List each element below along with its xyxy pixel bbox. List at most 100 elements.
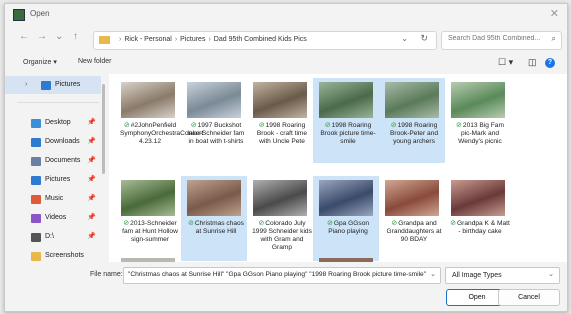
file-name-text: Christmas chaos at Sunrise Hill [194,220,244,235]
search-input[interactable] [448,35,544,42]
file-name-text: Grandpa K & Matt - birthday cake [457,220,510,235]
file-name-text: 2013-Schneider fam at Hunt Hollow sign-s… [122,220,178,243]
file-item[interactable]: ⊘1998 Roaring Brook - craft time with Un… [247,78,313,163]
view-options-icon[interactable]: ☐ ▾ [498,57,513,68]
help-icon[interactable]: ? [545,58,555,68]
refresh-icon[interactable]: ↻ [420,33,428,44]
navigation-pane: › Pictures Desktop 📌 Downloads 📌 Documents 📌 Pic… [5,74,105,280]
photo-thumbnail [253,180,307,216]
organize-button[interactable]: Organize ▾ [23,58,57,66]
file-item[interactable]: ⊘2013-Schneider fam at Hunt Hollow sign-… [115,176,181,261]
file-name: ⊘#2JohnPenfield SymphonyOrchestraConcert… [120,122,203,146]
new-folder-button[interactable]: New folder [78,58,111,65]
expand-icon[interactable]: › [25,81,27,88]
app-icon [13,9,25,21]
back-arrow-icon[interactable]: ← [19,31,29,42]
sync-status-icon: ⊘ [258,220,265,227]
sidebar-item-label: Videos [45,214,67,221]
sidebar-item-label: Music [45,195,64,202]
sidebar-item-label: Desktop [45,119,71,126]
file-name-input[interactable] [128,271,426,278]
sidebar-item-videos[interactable]: Videos 📌 [5,209,101,227]
dialog-footer: File name: ⌄ All Image Types ⌄ Open Canc… [5,262,567,311]
desktop-icon [31,119,41,128]
pin-icon: 📌 [87,233,96,240]
file-name-text: 1998 Roaring Brook-Peter and young arche… [389,122,438,145]
sync-status-icon: ⊘ [324,122,331,129]
preview-pane-icon[interactable]: ◫ [528,57,537,68]
window-title: Open [30,9,50,18]
sidebar-item-d[interactable]: D:\ 📌 [5,228,101,246]
sidebar-item-pictures[interactable]: Pictures 📌 [5,171,101,189]
file-item[interactable]: ⊘1998 Roaring Brook picture time-smile [313,78,379,163]
sync-status-icon: ⊘ [123,220,130,227]
videos-icon [31,214,41,223]
file-item[interactable]: ⊘Christmas chaos at Sunrise Hill [181,176,247,261]
pin-icon: 📌 [87,119,96,126]
documents-icon [31,157,41,166]
file-name: ⊘1998 Roaring Brook picture time-smile [318,122,378,146]
sync-status-icon: ⊘ [123,122,130,129]
file-item[interactable]: ⊘Grandpa K & Matt - birthday cake [445,176,511,261]
file-item[interactable]: ⊘1997 Buckshot lake-Schneider fam in boa… [181,78,247,163]
address-bar[interactable]: › Rick - Personal › Pictures › Dad 95th Combi… [93,31,437,50]
photo-thumbnail [121,82,175,118]
file-name: ⊘Colorado July 1999 Schneider kids with … [252,220,312,252]
search-box[interactable]: ⌕ [441,31,562,50]
nav-scrollbar[interactable] [102,84,105,174]
sync-status-icon: ⊘ [450,220,457,227]
file-name: ⊘2013-Schneider fam at Hunt Hollow sign-… [120,220,180,244]
sidebar-item-label: Screenshots [45,252,84,259]
file-name-label: File name: [90,271,123,278]
sidebar-item-music[interactable]: Music 📌 [5,190,101,208]
file-item[interactable]: ⊘1998 Roaring Brook-Peter and young arch… [379,78,445,163]
sidebar-item-label: Downloads [45,138,80,145]
sidebar-item-desktop[interactable]: Desktop 📌 [5,114,101,132]
chevron-down-icon[interactable]: ⌄ [430,270,436,278]
file-name: ⊘1997 Buckshot lake-Schneider fam in boa… [186,122,246,146]
sidebar-item-pictures[interactable]: › Pictures [5,76,101,94]
file-name-text: 2013 Big Fam pic-Mark and Wendy's picnic [458,122,504,145]
recent-locations-icon[interactable]: ⌄ [55,31,63,42]
file-item[interactable]: ⊘Colorado July 1999 Schneider kids with … [247,176,313,261]
file-name: ⊘1998 Roaring Brook - craft time with Un… [252,122,312,146]
photo-thumbnail [385,180,439,216]
pictures-icon [31,176,41,185]
breadcrumb-item[interactable]: Rick - Personal [124,36,171,43]
file-item[interactable]: ⊘Gpa GGson Piano playing [313,176,379,261]
sidebar-item-documents[interactable]: Documents 📌 [5,152,101,170]
sync-status-icon: ⊘ [390,122,397,129]
sidebar-item-label: D:\ [45,233,54,240]
sidebar-item-label: Pictures [55,81,81,88]
file-name-combobox[interactable]: ⌄ [123,267,441,284]
file-item[interactable]: ⊘#2JohnPenfield SymphonyOrchestraConcert… [115,78,203,163]
forward-arrow-icon[interactable]: → [37,31,47,42]
breadcrumb-item[interactable]: Pictures [180,36,205,43]
photo-thumbnail [253,82,307,118]
pictures-icon [41,81,51,90]
close-icon[interactable]: ✕ [550,7,559,20]
nav-divider [17,102,99,103]
sidebar-item-label: Pictures [45,176,71,183]
breadcrumb-item[interactable]: Dad 95th Combined Kids Pics [214,36,307,43]
pin-icon: 📌 [87,195,96,202]
chevron-down-icon[interactable]: ⌄ [401,34,408,43]
drive-icon [31,233,41,242]
file-item[interactable]: ⊘2013 Big Fam pic-Mark and Wendy's picni… [445,78,511,163]
downloads-icon [31,138,41,147]
file-type-select[interactable]: All Image Types ⌄ [445,267,560,284]
file-name-text: Gpa GGson Piano playing [328,220,370,235]
breadcrumb: › Rick - Personal › Pictures › Dad 95th Combi… [119,36,307,43]
photo-thumbnail [319,82,373,118]
pin-icon: 📌 [87,176,96,183]
file-name: ⊘Gpa GGson Piano playing [318,220,378,236]
open-dialog: Open ✕ ← → ⌄ ↑ › Rick - Personal › Pictures… [4,3,568,312]
file-item[interactable]: ⊘Grandpa and Granddaughters at 90 BDAY [379,176,445,261]
command-bar: Organize ▾ New folder ☐ ▾ ◫ ? [5,54,567,72]
chevron-down-icon[interactable]: ⌄ [548,270,554,278]
photo-thumbnail [187,82,241,118]
sidebar-item-downloads[interactable]: Downloads 📌 [5,133,101,151]
cancel-button[interactable]: Cancel [498,289,560,306]
up-arrow-icon[interactable]: ↑ [73,31,78,42]
file-list: ⊘#2JohnPenfield SymphonyOrchestraConcert… [109,74,567,262]
